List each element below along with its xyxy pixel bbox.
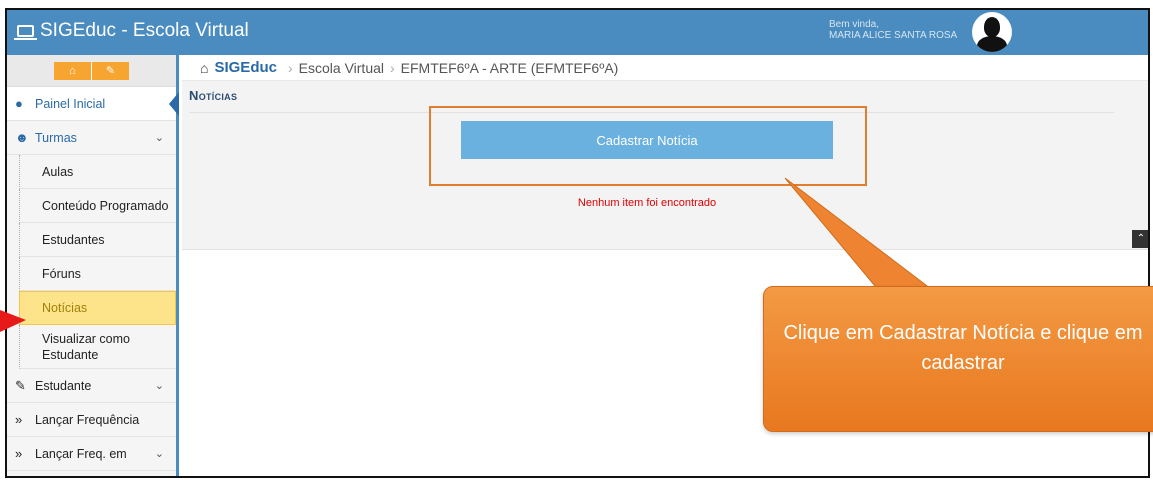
- empty-message: Nenhum item foi encontrado: [577, 197, 717, 209]
- users-icon: ☻: [15, 130, 29, 145]
- highlight-box: [429, 106, 867, 186]
- sidebar-item-estudante[interactable]: ✎ Estudante ⌄: [7, 369, 176, 403]
- double-chevron-icon: »: [15, 412, 23, 427]
- sidebar-item-foruns[interactable]: Fóruns: [19, 257, 176, 291]
- sidebar-item-painel-inicial[interactable]: ● Painel Inicial: [7, 87, 179, 121]
- sidebar-item-label: Fóruns: [42, 266, 81, 281]
- breadcrumb-separator: ›: [287, 59, 293, 76]
- top-bar: SIGEduc - Escola Virtual Bem vinda, MARI…: [7, 10, 1148, 55]
- sidebar-item-label: Estudante: [35, 378, 92, 393]
- chevron-down-icon: ⌄: [154, 380, 164, 392]
- breadcrumb-item: EFMTEF6ºA - ARTE (EFMTEF6ºA): [400, 59, 619, 76]
- dashboard-icon: ●: [15, 96, 23, 111]
- home-icon[interactable]: ⌂: [200, 60, 208, 76]
- sidebar-item-estudantes[interactable]: Estudantes: [19, 223, 176, 257]
- app-title: SIGEduc - Escola Virtual: [40, 20, 249, 41]
- home-icon[interactable]: ⌂: [54, 62, 91, 80]
- avatar-body-icon: [977, 36, 1007, 52]
- welcome-block: Bem vinda, MARIA ALICE SANTA ROSA: [829, 19, 957, 41]
- sidebar-item-lancar-frequencia[interactable]: » Lançar Frequência: [7, 403, 176, 437]
- sidebar-item-label: Visualizar como Estudante: [42, 331, 131, 362]
- red-arrow-icon: [0, 310, 26, 332]
- sidebar-item-label: Estudantes: [42, 232, 105, 247]
- breadcrumb-root[interactable]: SIGEduc: [214, 59, 277, 76]
- scroll-top-icon[interactable]: ⌃: [1132, 230, 1148, 248]
- sidebar-tools: ⌂ ✎: [7, 55, 176, 87]
- breadcrumb-separator: ›: [390, 59, 395, 76]
- sidebar-item-visualizar-como-estudante[interactable]: Visualizar como Estudante: [19, 325, 176, 369]
- page-title: Notícias: [189, 88, 238, 103]
- sidebar: ⌂ ✎ ● Painel Inicial ☻ Turmas ⌄ Aulas Co…: [7, 55, 179, 476]
- pencil-icon[interactable]: ✎: [91, 61, 129, 80]
- sidebar-item-noticias[interactable]: Notícias: [19, 291, 176, 325]
- sidebar-tool-buttons: ⌂ ✎: [54, 61, 129, 80]
- sidebar-item-label: Painel Inicial: [35, 96, 106, 111]
- active-notch: [169, 92, 179, 116]
- noticias-panel: Notícias Cadastrar Notícia Nenhum item f…: [182, 81, 1148, 250]
- sidebar-item-conteudo-programado[interactable]: Conteúdo Programado: [19, 189, 176, 223]
- sidebar-item-label: Lançar Freq. em: [35, 446, 127, 461]
- sidebar-item-lancar-freq-em[interactable]: » Lançar Freq. em ⌄: [7, 437, 176, 471]
- chevron-down-icon: ⌄: [154, 448, 164, 460]
- edit-icon: ✎: [15, 377, 26, 393]
- chevron-down-icon: ⌄: [154, 132, 164, 144]
- sidebar-item-label: Lançar Frequência: [35, 412, 140, 427]
- sidebar-item-label: Turmas: [35, 130, 77, 145]
- sidebar-item-turmas[interactable]: ☻ Turmas ⌄: [7, 121, 176, 155]
- avatar-head-icon: [984, 17, 1000, 37]
- sidebar-item-label: Conteúdo Programado: [42, 198, 169, 213]
- breadcrumb-item[interactable]: Escola Virtual: [299, 60, 384, 76]
- instruction-callout: Clique em Cadastrar Notícia e clique em …: [763, 286, 1153, 432]
- sidebar-item-label: Notícias: [42, 301, 88, 315]
- welcome-text: Bem vinda,: [829, 19, 880, 30]
- avatar[interactable]: [972, 12, 1012, 52]
- breadcrumb: ⌂ SIGEduc › Escola Virtual › EFMTEF6ºA -…: [182, 55, 1148, 81]
- sidebar-item-label: Aulas: [42, 164, 74, 179]
- laptop-icon: [14, 25, 37, 40]
- app-brand[interactable]: SIGEduc - Escola Virtual: [14, 20, 249, 42]
- user-name[interactable]: MARIA ALICE SANTA ROSA: [829, 30, 957, 41]
- double-chevron-icon: »: [15, 446, 23, 461]
- sidebar-item-aulas[interactable]: Aulas: [19, 155, 176, 189]
